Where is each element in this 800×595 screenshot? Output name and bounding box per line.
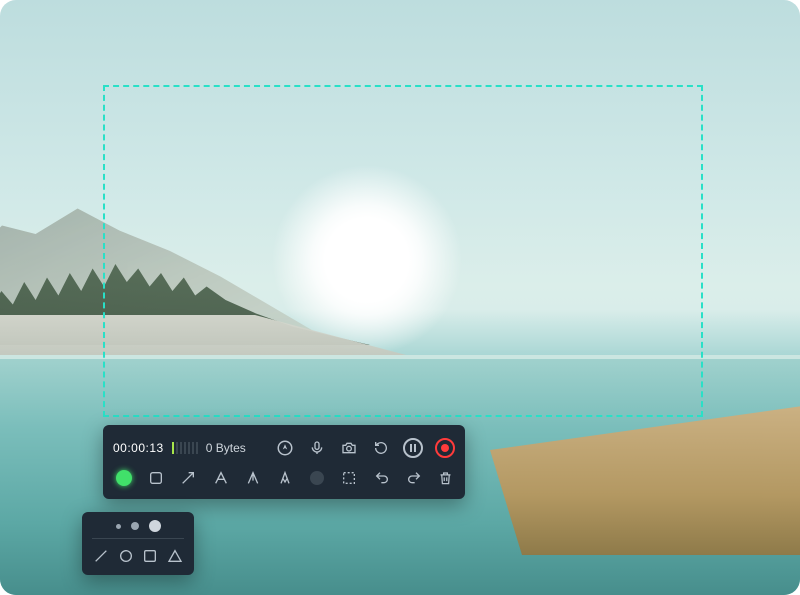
stroke-size-row <box>92 520 184 539</box>
fill-tool-icon[interactable] <box>308 468 326 488</box>
pause-button[interactable] <box>403 438 423 458</box>
shape-row <box>92 539 184 565</box>
stroke-size-medium[interactable] <box>131 522 139 530</box>
square-shape-icon[interactable] <box>141 547 159 565</box>
trash-icon[interactable] <box>437 468 455 488</box>
cursor-icon[interactable] <box>275 438 295 458</box>
brush-color-swatch[interactable] <box>115 468 133 488</box>
desktop-wallpaper: 00:00:13 0 Bytes <box>0 0 800 595</box>
text-tool-icon[interactable] <box>212 468 230 488</box>
recorder-toolbar: 00:00:13 0 Bytes <box>103 425 465 499</box>
file-size-label: 0 Bytes <box>206 441 246 455</box>
audio-level-meter <box>172 442 198 454</box>
reset-icon[interactable] <box>371 438 391 458</box>
stroke-palette <box>82 512 194 575</box>
triangle-shape-icon[interactable] <box>166 547 184 565</box>
undo-icon[interactable] <box>373 468 391 488</box>
camera-icon[interactable] <box>339 438 359 458</box>
pen-tool-icon[interactable] <box>276 468 294 488</box>
highlighter-tool-icon[interactable] <box>244 468 262 488</box>
line-shape-icon[interactable] <box>92 547 110 565</box>
rectangle-tool-icon[interactable] <box>147 468 165 488</box>
arrow-tool-icon[interactable] <box>179 468 197 488</box>
stroke-size-large[interactable] <box>149 520 161 532</box>
redo-icon[interactable] <box>405 468 423 488</box>
marquee-tool-icon[interactable] <box>340 468 358 488</box>
recording-timer: 00:00:13 <box>113 441 164 455</box>
microphone-icon[interactable] <box>307 438 327 458</box>
circle-shape-icon[interactable] <box>117 547 135 565</box>
record-button[interactable] <box>435 438 455 458</box>
capture-selection-rect[interactable] <box>103 85 703 417</box>
stroke-size-small[interactable] <box>116 524 121 529</box>
